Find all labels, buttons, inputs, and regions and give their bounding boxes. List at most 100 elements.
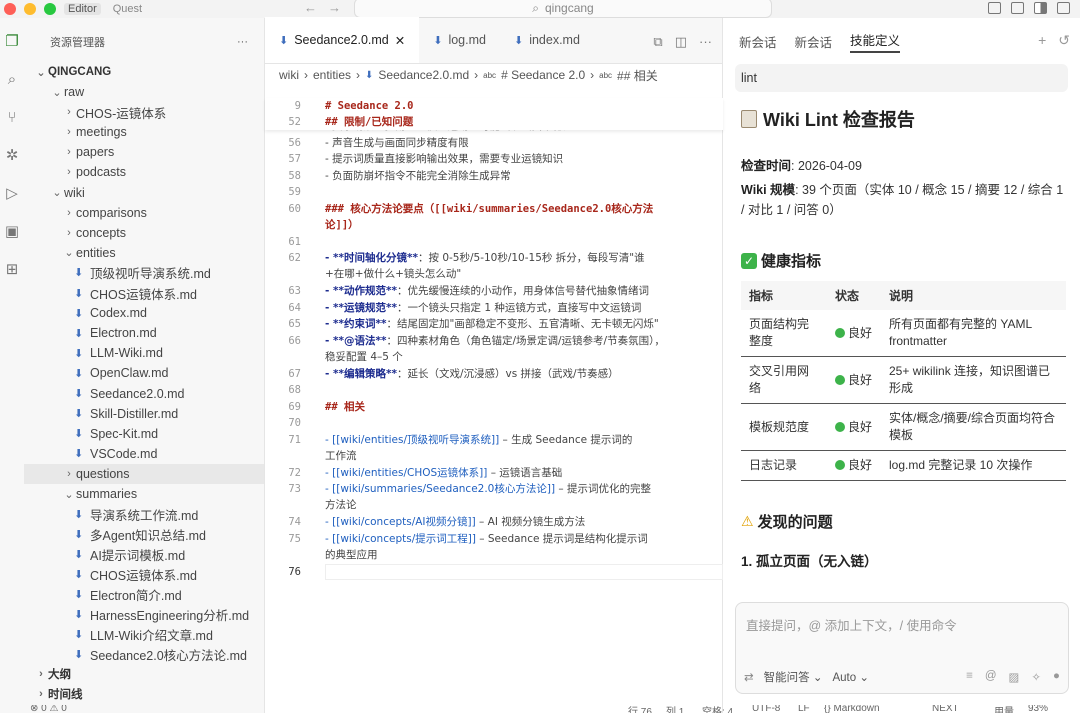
folder-item[interactable]: ⌄ raw xyxy=(24,82,264,102)
mode-tab-editor[interactable]: Editor xyxy=(64,3,101,15)
indent-setting[interactable]: 空格: 4 xyxy=(702,705,733,713)
breadcrumb-item[interactable]: ## 相关 xyxy=(617,67,658,84)
extensions-icon[interactable]: ⊞ xyxy=(3,262,21,278)
minimize-window-button[interactable] xyxy=(24,3,36,15)
breadcrumb-item[interactable]: entities xyxy=(313,68,351,82)
toggle-panel-icon[interactable] xyxy=(1011,2,1024,14)
explorer-files-icon[interactable]: ❐ xyxy=(3,34,21,50)
file-item[interactable]: ⬇ AI提示词模板.md xyxy=(24,544,264,564)
folder-item[interactable]: ⌄ entities xyxy=(24,243,264,263)
file-item[interactable]: ⬇ OpenClaw.md xyxy=(24,363,264,383)
model-dropdown[interactable]: Auto ⌄ xyxy=(832,670,869,684)
tree-item-label: CHOS-运镜体系 xyxy=(76,106,167,121)
history-icon[interactable]: ↺ xyxy=(1058,32,1070,49)
file-item[interactable]: ⬇ 多Agent知识总结.md xyxy=(24,524,264,544)
problems-indicator[interactable]: ⊗ 0 ⚠ 0 xyxy=(30,705,67,713)
language-mode[interactable]: {} Markdown xyxy=(824,705,880,713)
file-item[interactable]: ⬇ CHOS运镜体系.md xyxy=(24,564,264,584)
file-item[interactable]: ⬇ Electron.md xyxy=(24,323,264,343)
breadcrumb-item[interactable]: Seedance2.0.md xyxy=(378,68,469,82)
toggle-sidebar-icon[interactable] xyxy=(988,2,1001,14)
encoding[interactable]: UTF-8 xyxy=(752,705,780,713)
usage-indicator[interactable]: 用量 xyxy=(994,705,1014,713)
file-item[interactable]: ⬇ Seedance2.0核心方法论.md xyxy=(24,645,264,665)
wikilink[interactable]: - [[wiki/entities/顶级视听导演系统]] xyxy=(325,434,499,446)
tree-item-label: AI提示词模板.md xyxy=(90,548,186,563)
graph-icon[interactable]: ✲ xyxy=(3,148,21,164)
file-item[interactable]: ⬇ VSCode.md xyxy=(24,444,264,464)
sparkle-icon[interactable]: ✧ xyxy=(1031,670,1041,684)
folder-item[interactable]: › papers xyxy=(24,142,264,162)
breadcrumb-item[interactable]: # Seedance 2.0 xyxy=(501,68,585,82)
tab-log[interactable]: ⬇ log.md xyxy=(419,17,500,63)
back-arrow-icon[interactable]: ← xyxy=(304,0,317,15)
more-actions-icon[interactable]: ··· xyxy=(237,36,248,48)
folder-item[interactable]: ⌄ wiki xyxy=(24,183,264,203)
add-chat-icon[interactable]: + xyxy=(1038,32,1046,49)
file-item[interactable]: ⬇ CHOS运镜体系.md xyxy=(24,283,264,303)
wikilink[interactable]: - [[wiki/entities/CHOS运镜体系]] xyxy=(325,467,487,479)
mode-switch-icon[interactable]: ⇄ xyxy=(744,670,754,684)
remote-icon[interactable]: ▣ xyxy=(3,224,21,240)
next-indicator[interactable]: NEXT xyxy=(932,705,959,713)
search-icon: ⌕ xyxy=(532,0,539,15)
chevron-right-icon: › xyxy=(590,68,595,82)
plain-text: ：四种素材角色（角色锚定/场景定调/运镜参考/节奏氛围）， xyxy=(386,334,665,347)
file-item[interactable]: ⬇ Codex.md xyxy=(24,303,264,323)
split-editor-icon[interactable]: ◫ xyxy=(675,34,687,50)
mention-icon[interactable]: @ xyxy=(985,670,997,684)
more-actions-icon[interactable]: ··· xyxy=(699,34,712,50)
wikilink[interactable]: - [[wiki/concepts/AI视频分镜]] xyxy=(325,516,476,528)
wikilink[interactable]: - [[wiki/concepts/提示词工程]] xyxy=(325,533,476,545)
mode-tab-quest[interactable]: Quest xyxy=(109,3,146,15)
line-ending[interactable]: LF xyxy=(798,705,810,713)
customize-layout-icon[interactable] xyxy=(1057,2,1070,14)
forward-arrow-icon[interactable]: → xyxy=(328,0,341,15)
close-window-button[interactable] xyxy=(4,3,16,15)
file-item[interactable]: ⬇ Seedance2.0.md xyxy=(24,384,264,404)
folder-item[interactable]: › comparisons xyxy=(24,203,264,223)
tab-new-chat-1[interactable]: 新会话 xyxy=(739,32,777,51)
folder-item[interactable]: › questions xyxy=(24,463,264,484)
file-item[interactable]: ⬇ HarnessEngineering分析.md xyxy=(24,605,264,625)
context-icon[interactable]: ≡ xyxy=(966,670,973,684)
wikilink[interactable]: - [[wiki/summaries/Seedance2.0核心方法论]] xyxy=(325,483,555,495)
timeline-section[interactable]: › 时间线 xyxy=(24,684,264,704)
search-icon[interactable]: ⌕ xyxy=(3,72,21,88)
cursor-line[interactable]: 行 76 xyxy=(628,705,652,713)
folder-item[interactable]: › meetings xyxy=(24,122,264,142)
file-item[interactable]: ⬇ LLM-Wiki.md xyxy=(24,343,264,363)
command-search-box[interactable]: ⌕ qingcang xyxy=(354,0,772,18)
outline-section[interactable]: › 大纲 xyxy=(24,664,264,684)
folder-item[interactable]: › concepts xyxy=(24,223,264,243)
image-icon[interactable]: ▨ xyxy=(1009,670,1020,684)
file-item[interactable]: ⬇ 顶级视听导演系统.md xyxy=(24,263,264,283)
chevron-down-icon: ⌄ xyxy=(64,247,74,260)
file-item[interactable]: ⬇ LLM-Wiki介绍文章.md xyxy=(24,625,264,645)
close-tab-icon[interactable]: ✕ xyxy=(395,33,405,48)
file-item[interactable]: ⬇ Skill-Distiller.md xyxy=(24,404,264,424)
status-text: 良好 xyxy=(848,419,873,434)
zoom-window-button[interactable] xyxy=(44,3,56,15)
microphone-icon[interactable]: ● xyxy=(1053,670,1060,684)
file-item[interactable]: ⬇ Spec-Kit.md xyxy=(24,424,264,444)
tab-new-chat-2[interactable]: 新会话 xyxy=(795,32,833,51)
mode-dropdown[interactable]: 智能问答 ⌄ xyxy=(764,669,823,685)
folder-item[interactable]: › podcasts xyxy=(24,162,264,182)
tab-seedance[interactable]: ⬇ Seedance2.0.md ✕ xyxy=(265,17,420,63)
folder-item[interactable]: ⌄ summaries xyxy=(24,484,264,504)
sticky-scroll-header[interactable]: 9 # Seedance 2.0 52 ## 限制/已知问题 xyxy=(265,98,723,130)
workspace-root[interactable]: ⌄ QINGCANG xyxy=(24,62,264,82)
breadcrumb-item[interactable]: wiki xyxy=(279,68,299,82)
open-preview-icon[interactable]: ⧉ xyxy=(653,34,662,50)
toggle-secondary-sidebar-icon[interactable] xyxy=(1034,2,1047,14)
tab-index[interactable]: ⬇ index.md xyxy=(500,17,594,63)
source-control-icon[interactable]: ⑂ xyxy=(3,110,21,126)
file-item[interactable]: ⬇ Electron简介.md xyxy=(24,585,264,605)
tab-skill-definition[interactable]: 技能定义 xyxy=(850,30,901,53)
file-item[interactable]: ⬇ 导演系统工作流.md xyxy=(24,504,264,524)
cursor-column[interactable]: 列 1 xyxy=(666,705,684,713)
folder-item[interactable]: › CHOS-运镜体系 xyxy=(24,102,264,122)
run-debug-icon[interactable]: ▷ xyxy=(3,186,21,202)
chat-composer[interactable]: 直接提问，@ 添加上下文，/ 使用命令 ⇄ 智能问答 ⌄ Auto ⌄ ≡ @ … xyxy=(735,602,1069,694)
